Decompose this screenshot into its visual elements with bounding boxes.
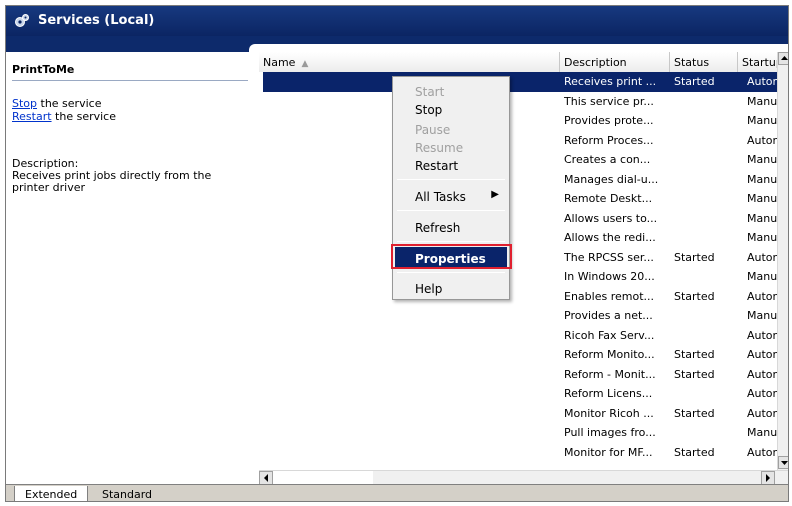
service-description: Allows users to...	[564, 211, 658, 225]
service-status: Started	[674, 445, 715, 459]
service-description: Reform - Monit...	[564, 367, 656, 381]
column-status[interactable]: Status	[670, 52, 738, 72]
table-row[interactable]: Remote Procedure Call (RPC) LocatorIn Wi…	[259, 267, 788, 287]
table-row[interactable]: Remote RegistryEnables remot...StartedAu…	[259, 287, 788, 307]
table-row[interactable]: Reform12 Spooler ServiceReform Proces...…	[259, 131, 788, 151]
table-row[interactable]: Protected StorageProvides prote...Manual	[259, 111, 788, 131]
restart-line: Restart the service	[12, 110, 116, 123]
service-description: Monitor for MF...	[564, 445, 653, 459]
column-name[interactable]: Name ▲	[259, 52, 560, 72]
service-details-pane: PrintToMe Stop the service Restart the s…	[6, 52, 254, 482]
service-description: The RPCSS ser...	[564, 250, 654, 264]
tab-extended[interactable]: Extended	[14, 486, 89, 501]
table-row[interactable]: Remote Desktop ServicesAllows users to..…	[259, 209, 788, 229]
header-strip	[6, 36, 788, 52]
table-row[interactable]: Remote Procedure Call (RPC)The RPCSS ser…	[259, 248, 788, 268]
submenu-arrow-icon: ▶	[491, 189, 499, 200]
stop-service-link[interactable]: Stop	[12, 97, 37, 110]
table-row[interactable]: RM_License_ServerReform Licens...Automat…	[259, 384, 788, 404]
table-row[interactable]: Remote Access Connection ManagerManages …	[259, 170, 788, 190]
details-divider	[12, 80, 248, 81]
menu-separator	[397, 179, 505, 180]
service-status: Started	[674, 406, 715, 420]
service-description: Creates a con...	[564, 153, 651, 166]
table-row[interactable]: Remote Access Auto Connection ManagerCre…	[259, 150, 788, 170]
table-row[interactable]: Remote Desktop ConfigurationRemote Deskt…	[259, 189, 788, 209]
service-status: Started	[674, 75, 715, 88]
scroll-down-icon[interactable]	[778, 456, 788, 469]
service-description: Pull images fro...	[564, 426, 656, 439]
services-gear-icon	[15, 14, 29, 27]
services-list[interactable]: Name▲ Description Status Startup PrintTo…	[259, 52, 788, 470]
table-row[interactable]: RM_Email_MonitorReform Monito...StartedA…	[259, 345, 788, 365]
service-description: This service pr...	[564, 94, 654, 108]
service-status: Started	[674, 250, 715, 264]
horizontal-scroll-thumb[interactable]	[273, 471, 373, 485]
service-description: Ricoh Fax Serv...	[564, 328, 655, 342]
table-row[interactable]: Ricoh Fax ServiceRicoh Fax Serv...Automa…	[259, 326, 788, 346]
description-text: Receives print jobs directly from the pr…	[12, 169, 212, 194]
vertical-scrollbar[interactable]	[777, 52, 788, 482]
table-row[interactable]: RM_PrintToMe_ProcessMonitor for MF...Sta…	[259, 443, 788, 463]
service-description: Monitor Ricoh ...	[564, 406, 654, 420]
table-row[interactable]: PrintToMeReceives print ...StartedAutoma…	[259, 72, 788, 92]
service-status: Started	[674, 367, 715, 381]
list-tab-edge	[249, 44, 788, 52]
column-description[interactable]: Description	[560, 52, 670, 72]
column-header: Name ▲ Description Status Startup	[259, 52, 788, 72]
service-description: Remote Deskt...	[564, 192, 653, 205]
stop-suffix: the service	[37, 97, 102, 110]
title-bar: Services (Local)	[6, 6, 788, 36]
menu-all-tasks[interactable]: All Tasks ▶	[395, 185, 507, 207]
table-row[interactable]: RM_HealthMonitorReform - Monit...Started…	[259, 365, 788, 385]
menu-separator	[397, 272, 505, 273]
table-row[interactable]: Problem Reports and Solutions Control Pa…	[259, 92, 788, 112]
service-description: Manages dial-u...	[564, 172, 659, 186]
menu-stop[interactable]: Stop	[395, 98, 507, 120]
properties-highlight-box	[391, 244, 512, 269]
scroll-left-icon[interactable]	[259, 471, 273, 485]
service-status: Started	[674, 289, 715, 303]
menu-separator	[397, 210, 505, 211]
stop-line: Stop the service	[12, 97, 101, 110]
scroll-up-icon[interactable]	[778, 52, 788, 65]
selected-service-name: PrintToMe	[12, 63, 75, 76]
menu-all-tasks-label: All Tasks	[415, 190, 466, 204]
view-tabs: Extended Standard	[6, 484, 788, 501]
menu-help[interactable]: Help	[395, 277, 507, 299]
service-description: Reform Monito...	[564, 348, 655, 361]
table-row[interactable]: RM_MFP_Alert_ProcessMonitor Ricoh ...Sta…	[259, 404, 788, 424]
horizontal-scrollbar[interactable]	[259, 470, 788, 485]
scroll-right-icon[interactable]	[761, 471, 775, 485]
column-status-label: Status	[674, 56, 710, 69]
table-row[interactable]: Resultant Set of Policy ProviderProvides…	[259, 306, 788, 326]
tab-standard[interactable]: Standard	[92, 486, 162, 501]
column-name-label: Name	[263, 56, 296, 69]
service-description: In Windows 20...	[564, 270, 655, 283]
restart-service-link[interactable]: Restart	[12, 110, 52, 123]
service-description: Reform Licens...	[564, 387, 653, 400]
table-row[interactable]: Remote Desktop Services UserMode Port Re…	[259, 228, 788, 248]
table-row[interactable]: RM_PrintToMe_MobilePull images fro...Man…	[259, 423, 788, 443]
column-description-label: Description	[564, 56, 627, 69]
menu-restart[interactable]: Restart	[395, 154, 507, 176]
restart-suffix: the service	[51, 110, 116, 123]
sort-ascending-icon: ▲	[301, 59, 309, 69]
service-description: Enables remot...	[564, 289, 654, 303]
service-description: Allows the redi...	[564, 231, 656, 244]
service-description: Provides a net...	[564, 309, 653, 322]
service-description: Reform Proces...	[564, 133, 654, 147]
window-title: Services (Local)	[38, 13, 155, 28]
service-status: Started	[674, 348, 715, 361]
menu-refresh[interactable]: Refresh	[395, 216, 507, 238]
service-description: Receives print ...	[564, 75, 657, 88]
menu-separator	[397, 241, 505, 242]
service-description: Provides prote...	[564, 114, 654, 127]
